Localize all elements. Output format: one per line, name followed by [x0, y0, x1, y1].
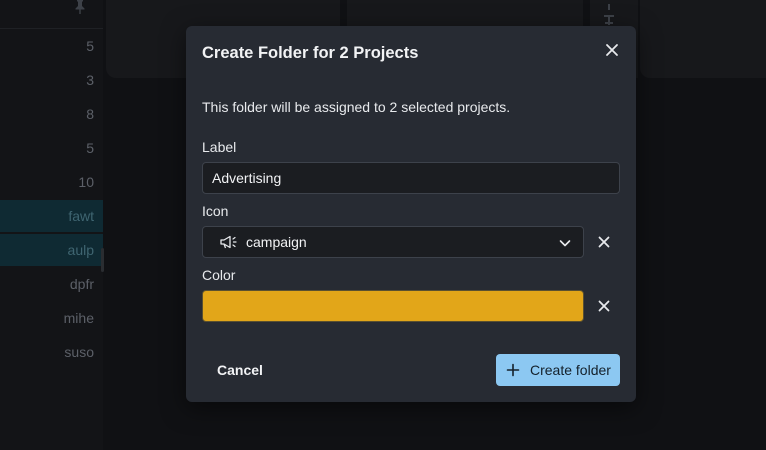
- list-item-selected[interactable]: fawt: [0, 200, 103, 232]
- icon-select-value: campaign: [246, 234, 307, 250]
- divider: [0, 28, 103, 29]
- background-sidebar: 5 3 8 5 10 fawt aulp dpfr mihe suso: [0, 0, 103, 450]
- list-item[interactable]: 5: [0, 30, 103, 62]
- background-card: [640, 0, 766, 78]
- list-item[interactable]: 8: [0, 98, 103, 130]
- megaphone-icon: [220, 235, 237, 249]
- list-item[interactable]: mihe: [0, 302, 103, 334]
- close-icon[interactable]: [604, 42, 620, 58]
- scrollbar[interactable]: [101, 248, 104, 272]
- list-item[interactable]: 10: [0, 166, 103, 198]
- color-picker[interactable]: [202, 290, 584, 322]
- list-item[interactable]: dpfr: [0, 268, 103, 300]
- label-field-label: Label: [202, 139, 237, 155]
- filter-icon[interactable]: [604, 4, 614, 28]
- icon-select[interactable]: campaign: [202, 226, 584, 258]
- dialog-title: Create Folder for 2 Projects: [202, 44, 419, 62]
- label-input[interactable]: [202, 162, 620, 194]
- create-folder-dialog: Create Folder for 2 Projects This folder…: [186, 26, 636, 402]
- create-folder-label: Create folder: [530, 362, 611, 378]
- clear-color-button[interactable]: [596, 298, 612, 314]
- dialog-description: This folder will be assigned to 2 select…: [202, 99, 511, 115]
- plus-icon: [506, 363, 520, 377]
- color-field-label: Color: [202, 267, 236, 283]
- create-folder-button[interactable]: Create folder: [496, 354, 620, 386]
- cancel-button[interactable]: Cancel: [202, 354, 278, 386]
- list-item[interactable]: suso: [0, 336, 103, 368]
- list-item[interactable]: 5: [0, 132, 103, 164]
- chevron-down-icon: [559, 240, 571, 247]
- list-item[interactable]: 3: [0, 64, 103, 96]
- pin-icon: [75, 0, 85, 14]
- icon-field-label: Icon: [202, 203, 229, 219]
- clear-icon-button[interactable]: [596, 234, 612, 250]
- list-item-selected[interactable]: aulp: [0, 234, 103, 266]
